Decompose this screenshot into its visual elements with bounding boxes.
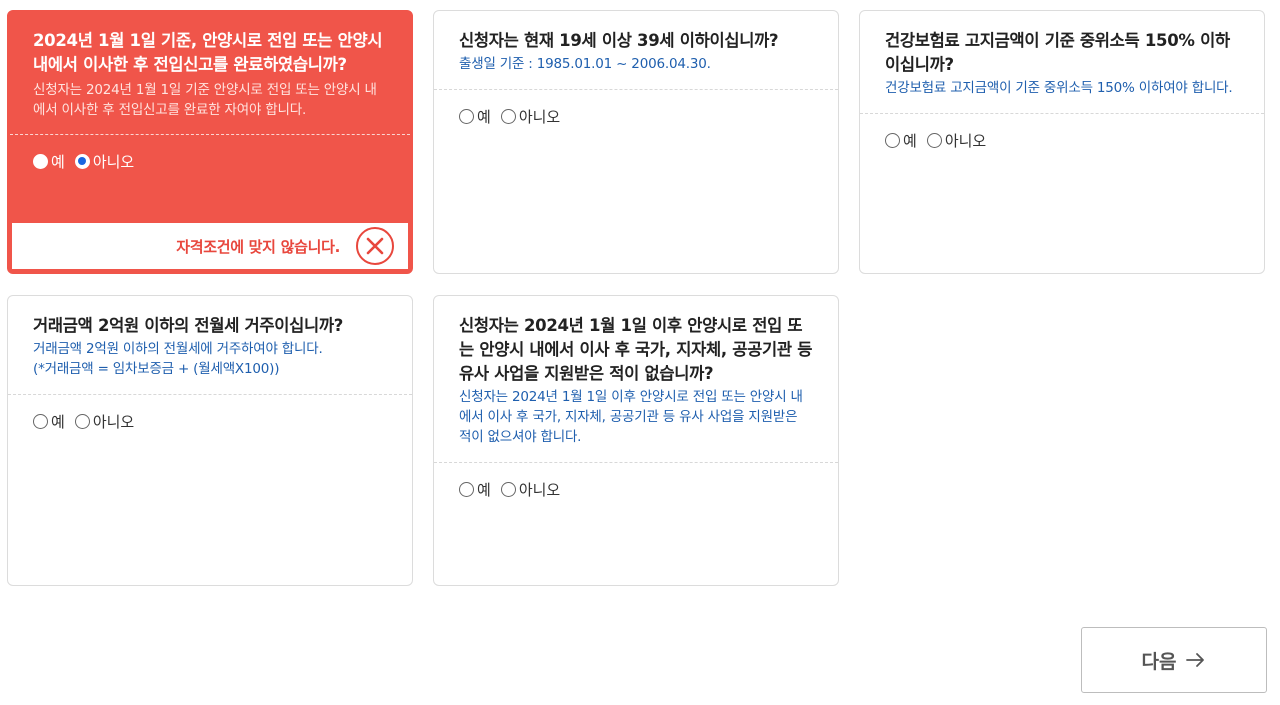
question-description: 건강보험료 고지금액이 기준 중위소득 150% 이하여야 합니다. [885, 80, 1233, 96]
answer-options: 예 아니오 [860, 114, 1264, 167]
close-icon [356, 227, 394, 265]
ineligible-notice: 자격조건에 맞지 않습니다. [12, 223, 408, 269]
answer-no-label: 아니오 [518, 481, 561, 499]
radio-yes[interactable] [33, 154, 48, 169]
question-title: 신청자는 2024년 1월 1일 이후 안양시로 전입 또는 안양시 내에서 이… [459, 316, 813, 383]
question-title: 신청자는 현재 19세 이상 39세 이하이십니까? [459, 31, 779, 50]
question-description: 신청자는 2024년 1월 1일 이후 안양시로 전입 또는 안양시 내에서 이… [459, 389, 803, 445]
question-card-prior-support: 신청자는 2024년 1월 1일 이후 안양시로 전입 또는 안양시 내에서 이… [433, 295, 839, 586]
next-button[interactable]: 다음 [1081, 627, 1267, 693]
next-button-label: 다음 [1141, 650, 1177, 673]
question-card-age: 신청자는 현재 19세 이상 39세 이하이십니까? 출생일 기준 : 1985… [433, 10, 839, 274]
question-header: 2024년 1월 1일 기준, 안양시로 전입 또는 안양시 내에서 이사한 후… [10, 13, 410, 135]
question-card-income: 건강보험료 고지금액이 기준 중위소득 150% 이하이십니까? 건강보험료 고… [859, 10, 1265, 274]
answer-no[interactable]: 아니오 [926, 130, 987, 151]
question-header: 건강보험료 고지금액이 기준 중위소득 150% 이하이십니까? 건강보험료 고… [860, 11, 1264, 114]
radio-yes[interactable] [459, 482, 474, 497]
question-card-rent: 거래금액 2억원 이하의 전월세 거주이십니까? 거래금액 2억원 이하의 전월… [7, 295, 413, 586]
question-description: 거래금액 2억원 이하의 전월세에 거주하여야 합니다. [33, 341, 323, 357]
radio-no[interactable] [74, 154, 90, 169]
answer-no-label: 아니오 [92, 153, 135, 171]
answer-yes[interactable]: 예 [33, 411, 65, 432]
answer-yes[interactable]: 예 [33, 151, 65, 172]
question-description: 출생일 기준 : 1985.01.01 ~ 2006.04.30. [459, 56, 711, 72]
question-description: 신청자는 2024년 1월 1일 기준 안양시로 전입 또는 안양시 내에서 이… [33, 82, 377, 118]
answer-yes-label: 예 [477, 108, 491, 126]
answer-no[interactable]: 아니오 [500, 106, 561, 127]
answer-options: 예 아니오 [8, 395, 412, 448]
radio-yes[interactable] [885, 133, 900, 148]
answer-yes[interactable]: 예 [885, 130, 917, 151]
answer-no-label: 아니오 [944, 132, 987, 150]
answer-yes-label: 예 [51, 153, 65, 171]
answer-options: 예 아니오 [10, 135, 410, 188]
answer-yes-label: 예 [51, 413, 65, 431]
answer-no[interactable]: 아니오 [500, 479, 561, 500]
answer-yes[interactable]: 예 [459, 479, 491, 500]
ineligible-message: 자격조건에 맞지 않습니다. [176, 237, 340, 256]
radio-no[interactable] [500, 482, 516, 497]
answer-yes[interactable]: 예 [459, 106, 491, 127]
question-header: 거래금액 2억원 이하의 전월세 거주이십니까? 거래금액 2억원 이하의 전월… [8, 296, 412, 395]
question-description-note: (*거래금액 = 임차보증금 + (월세액X100)) [33, 361, 280, 377]
arrow-right-icon [1186, 652, 1206, 668]
answer-no[interactable]: 아니오 [74, 411, 135, 432]
radio-no[interactable] [926, 133, 942, 148]
question-title: 2024년 1월 1일 기준, 안양시로 전입 또는 안양시 내에서 이사한 후… [33, 31, 383, 74]
radio-yes[interactable] [459, 109, 474, 124]
question-card-residence: 2024년 1월 1일 기준, 안양시로 전입 또는 안양시 내에서 이사한 후… [7, 10, 413, 274]
answer-options: 예 아니오 [434, 463, 838, 516]
question-header: 신청자는 2024년 1월 1일 이후 안양시로 전입 또는 안양시 내에서 이… [434, 296, 838, 463]
radio-no[interactable] [500, 109, 516, 124]
question-title: 거래금액 2억원 이하의 전월세 거주이십니까? [33, 316, 344, 335]
radio-yes[interactable] [33, 414, 48, 429]
answer-options: 예 아니오 [434, 90, 838, 143]
answer-no[interactable]: 아니오 [74, 151, 135, 172]
answer-no-label: 아니오 [518, 108, 561, 126]
question-title: 건강보험료 고지금액이 기준 중위소득 150% 이하이십니까? [885, 31, 1230, 74]
answer-yes-label: 예 [903, 132, 917, 150]
radio-no[interactable] [74, 414, 90, 429]
question-header: 신청자는 현재 19세 이상 39세 이하이십니까? 출생일 기준 : 1985… [434, 11, 838, 90]
answer-no-label: 아니오 [92, 413, 135, 431]
answer-yes-label: 예 [477, 481, 491, 499]
